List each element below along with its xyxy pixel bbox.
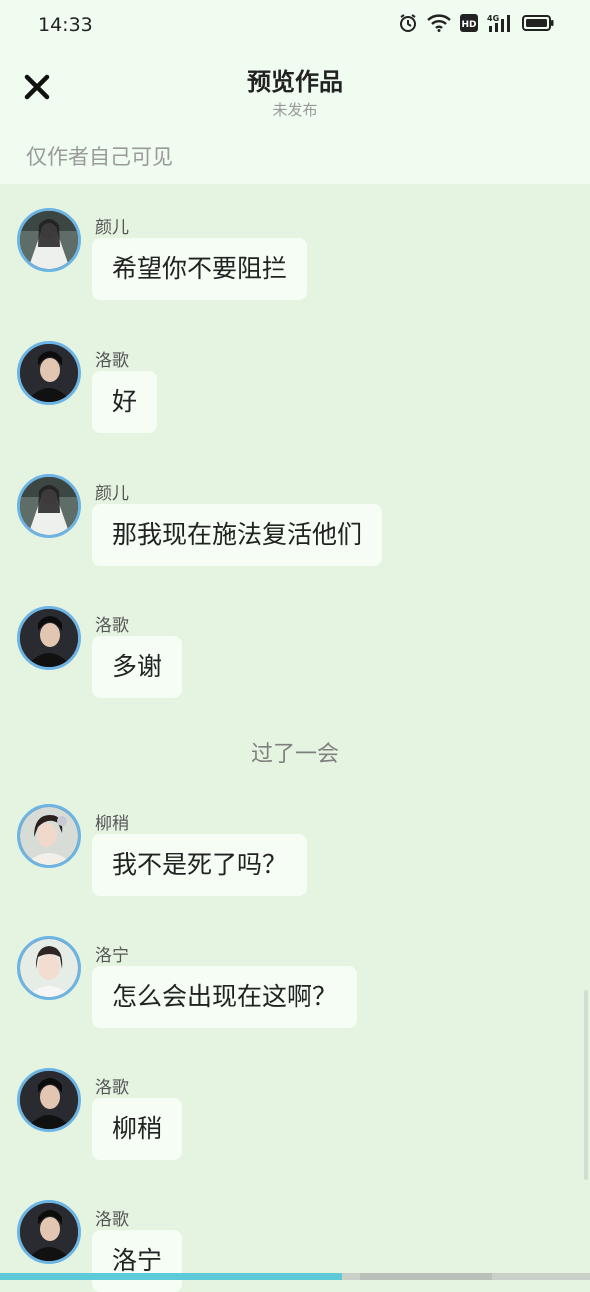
message-bubble[interactable]: 那我现在施法复活他们 (92, 504, 383, 566)
sender-name: 洛歌 (95, 1078, 129, 1098)
progress-bar (0, 1273, 590, 1280)
status-time: 14:33 (38, 14, 93, 36)
avatar[interactable] (17, 606, 81, 670)
publish-status: 未发布 (272, 101, 318, 119)
scrollbar[interactable] (584, 990, 588, 1180)
message-bubble[interactable]: 希望你不要阻拦 (92, 238, 308, 300)
home-indicator[interactable] (360, 1273, 492, 1280)
message-bubble[interactable]: 我不是死了吗？ (92, 834, 308, 896)
sender-name: 洛歌 (95, 1210, 129, 1230)
status-icons: HD 4G (398, 13, 554, 33)
sender-name: 颜儿 (95, 484, 129, 504)
avatar[interactable] (17, 804, 81, 868)
message-bubble[interactable]: 好 (92, 371, 158, 433)
svg-text:HD: HD (461, 20, 476, 30)
hd-icon: HD (460, 14, 478, 32)
avatar[interactable] (17, 474, 81, 538)
avatar[interactable] (17, 208, 81, 272)
progress-fill (0, 1273, 342, 1280)
signal-4g-icon: 4G (487, 13, 513, 33)
sender-name: 洛歌 (95, 351, 129, 371)
sender-name: 柳稍 (95, 814, 129, 834)
battery-icon (522, 14, 554, 32)
message-bubble[interactable]: 洛宁 (92, 1230, 183, 1292)
svg-text:4G: 4G (487, 14, 499, 23)
avatar[interactable] (17, 936, 81, 1000)
avatar[interactable] (17, 1068, 81, 1132)
message-bubble[interactable]: 怎么会出现在这啊？ (92, 966, 358, 1028)
sender-name: 颜儿 (95, 218, 129, 238)
sender-name: 洛宁 (95, 946, 129, 966)
alarm-icon (398, 13, 418, 33)
avatar[interactable] (17, 1200, 81, 1264)
page-title: 预览作品 (247, 68, 343, 96)
narration-text: 过了一会 (250, 742, 339, 767)
visibility-note: 仅作者自己可见 (26, 145, 173, 169)
wifi-icon (427, 14, 451, 32)
message-bubble[interactable]: 柳稍 (92, 1098, 183, 1160)
top-bar: 14:33 HD 4G 预览作品 未发布 仅作者自己可见 (0, 0, 590, 184)
sender-name: 洛歌 (95, 616, 129, 636)
avatar[interactable] (17, 341, 81, 405)
message-bubble[interactable]: 多谢 (92, 636, 183, 698)
